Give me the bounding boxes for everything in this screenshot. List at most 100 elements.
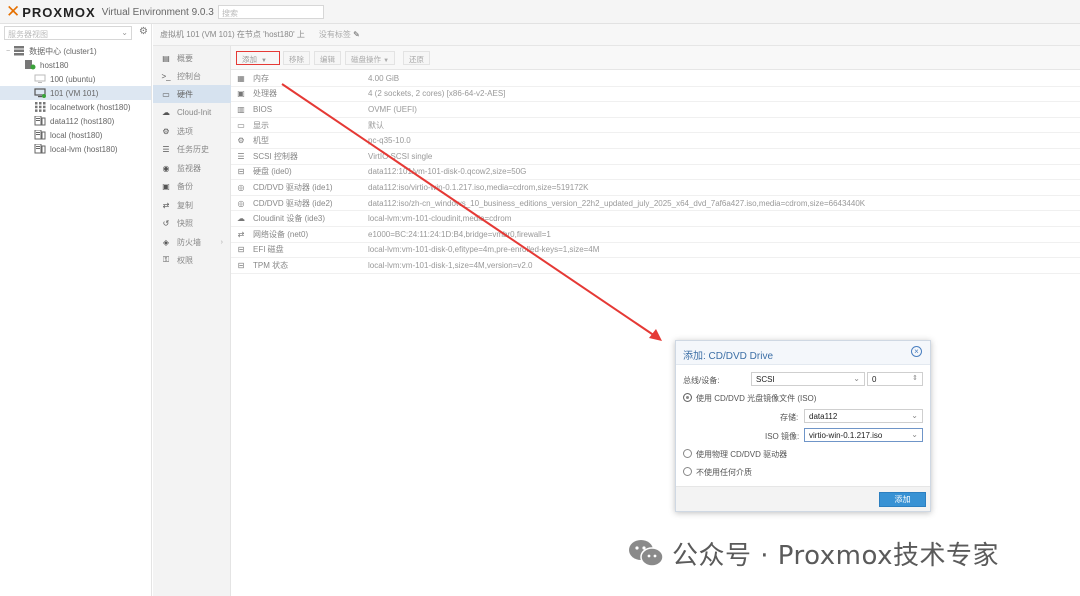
nav-item-options[interactable]: ⚙ 选项 [153,122,231,140]
nav-item-label: Cloud-Init [177,107,212,117]
table-row[interactable]: ☁ Cloudinit 设备 (ide3) local-lvm:vm-101-clo… [231,211,1080,227]
radio-physical-drive[interactable] [683,449,692,458]
nav-item-label: 防火墙 [177,237,201,247]
tree-item-vm-101[interactable]: 101 (VM 101) [0,86,151,100]
top-header: ✕ PROXMOX Virtual Environment 9.0.3 搜索 [0,0,1080,24]
radio-use-iso[interactable] [683,393,692,402]
search-input[interactable]: 搜索 [218,5,324,19]
gear-icon[interactable]: ⚙ [137,26,150,40]
nav-item-label: 控制台 [177,71,201,81]
table-row[interactable]: ⊟ 硬盘 (ide0) data112:101/vm-101-disk-0.qcow… [231,165,1080,181]
nav-item-backup[interactable]: ▣ 备份 [153,177,231,195]
dialog-header: 添加: CD/DVD Drive × [676,341,930,365]
table-row[interactable]: ⊟ TPM 状态 local-lvm:vm-101-disk-1,size=4M,v… [231,258,1080,274]
nav-item-firewall[interactable]: ◈ 防火墙 › [153,233,231,251]
iso-image-select[interactable]: virtio-win-0.1.217.iso ⌄ [804,428,923,442]
nav-item-cloud-init[interactable]: ☁ Cloud-Init [153,103,231,121]
vm-icon [34,88,46,98]
physical-drive-label: 使用物理 CD/DVD 驱动器 [696,450,788,459]
exchange-icon: ⇄ [237,229,245,239]
brand-name: PROXMOX [22,4,96,20]
hardware-name: TPM 状态 [253,260,289,270]
shield-icon: ◈ [162,237,170,247]
table-row[interactable]: ▣ 处理器 4 (2 sockets, 2 cores) [x86-64-v2-AE… [231,87,1080,103]
device-value: 0 [872,375,877,384]
storage-select[interactable]: data112 ⌄ [804,409,923,423]
hdd-icon: ⊟ [237,260,245,270]
cpu-icon: ▣ [237,89,245,99]
tree-item-node[interactable]: host180 [24,58,150,72]
pencil-icon[interactable]: ✎ [353,30,360,39]
bus-value: SCSI [756,375,775,384]
remove-button[interactable]: 移除 [283,51,310,65]
hardware-value: 4 (2 sockets, 2 cores) [x86-64-v2-AES] [368,89,506,99]
tree-item-storage-local-lvm[interactable]: local-lvm (host180) [34,142,150,156]
tags-label[interactable]: 没有标签 ✎ [319,29,360,40]
disk-action-button[interactable]: 磁盘操作 ▼ [345,51,396,65]
storage-value: data112 [809,412,838,421]
hardware-name: 硬盘 (ide0) [253,167,292,177]
tree-item-storage-local[interactable]: local (host180) [34,128,150,142]
table-row[interactable]: ▥ BIOS OVMF (UEFI) [231,102,1080,118]
nav-item-snapshots[interactable]: ↺ 快照 [153,214,231,232]
bus-select[interactable]: SCSI ⌄ [751,372,865,386]
add-confirm-button[interactable]: 添加 [879,492,926,507]
table-row[interactable]: ▦ 内存 4.00 GiB [231,71,1080,87]
hardware-name: 内存 [253,73,269,83]
table-row[interactable]: ▭ 显示 默认 [231,118,1080,134]
table-row[interactable]: ◎ CD/DVD 驱动器 (ide1) data112:iso/virtio-win… [231,180,1080,196]
tree-item-network[interactable]: localnetwork (host180) [34,100,150,114]
watermark: 公众号 · Proxmox技术专家 [628,534,999,572]
hardware-value: data112:iso/virtio-win-0.1.217.iso,media… [368,182,589,192]
hardware-value: local-lvm:vm-101-cloudinit,media=cdrom [368,214,512,224]
add-cdrom-dialog: 添加: CD/DVD Drive × 总线/设备: SCSI ⌄ 0 ⇕ 使用 … [675,340,931,512]
content-header: 虚拟机 101 (VM 101) 在节点 'host180' 上 没有标签 ✎ [153,24,1080,46]
nav-item-console[interactable]: >_ 控制台 [153,67,231,85]
device-number-stepper[interactable]: 0 ⇕ [867,372,923,386]
spinner-icon[interactable]: ⇕ [912,374,918,382]
nav-item-label: 概要 [177,53,193,63]
table-row[interactable]: ⇄ 网络设备 (net0) e1000=BC:24:11:24:1D:B4,brid… [231,227,1080,243]
close-icon[interactable]: × [911,346,922,357]
storage-label: 存储: [780,413,799,422]
resource-nav: ▤ 概要 >_ 控制台 ▭ 硬件 ☁ Cloud-Init ⚙ 选项 ☰ 任务历史 ◉ 监视器… [153,46,231,596]
desktop-icon: ▭ [237,120,245,130]
cdrom-icon: ◎ [237,198,245,208]
tree-item-storage-data112[interactable]: data112 (host180) [34,114,150,128]
nav-item-permissions[interactable]: ⚿ 权限 [153,251,231,269]
chevron-right-icon: › [220,238,223,246]
add-button[interactable]: 添加 ▼ [236,51,280,65]
table-row[interactable]: ☰ SCSI 控制器 VirtIO SCSI single [231,149,1080,165]
chevron-down-icon: ⌄ [121,28,128,37]
nav-item-task-history[interactable]: ☰ 任务历史 [153,140,231,158]
revert-button[interactable]: 还原 [403,51,430,65]
tree-item-label: local-lvm (host180) [50,144,118,154]
datacenter-icon [13,46,25,56]
proxmox-logo[interactable]: ✕ PROXMOX Virtual Environment 9.0.3 [6,2,214,22]
nav-item-label: 选项 [177,126,193,136]
hardware-value: local-lvm:vm-101-disk-1,size=4M,version=… [368,260,533,270]
nav-item-label: 快照 [177,218,193,228]
view-selector[interactable]: 服务器视图 ⌄ [4,26,132,40]
nav-item-monitor[interactable]: ◉ 监视器 [153,159,231,177]
no-media-label: 不使用任何介质 [696,468,752,477]
nav-item-hardware[interactable]: ▭ 硬件 [153,85,231,103]
nav-item-summary[interactable]: ▤ 概要 [153,49,231,67]
edit-button[interactable]: 编辑 [314,51,341,65]
nav-item-label: 复制 [177,200,193,210]
tree-item-datacenter[interactable]: − 数据中心 (cluster1) [6,44,150,58]
gear-icon: ⚙ [162,126,170,136]
table-row[interactable]: ⊟ EFI 磁盘 local-lvm:vm-101-disk-0,efitype=4… [231,243,1080,259]
tree-item-label: data112 (host180) [50,116,115,126]
storage-icon [34,115,46,126]
table-row[interactable]: ⚙ 机型 pc-q35-10.0 [231,133,1080,149]
chevron-down-icon: ⌄ [853,374,860,383]
hardware-name: 处理器 [253,89,277,99]
tree-item-vm-100[interactable]: 100 (ubuntu) [34,72,150,86]
resource-tree: 服务器视图 ⌄ ⚙ − 数据中心 (cluster1) host180 100 … [0,24,152,596]
table-row[interactable]: ◎ CD/DVD 驱动器 (ide2) data112:iso/zh-cn_wind… [231,196,1080,212]
nav-item-replication[interactable]: ⇄ 复制 [153,196,231,214]
version-label: Virtual Environment 9.0.3 [101,6,214,18]
iso-value: virtio-win-0.1.217.iso [809,431,883,440]
radio-no-media[interactable] [683,467,692,476]
